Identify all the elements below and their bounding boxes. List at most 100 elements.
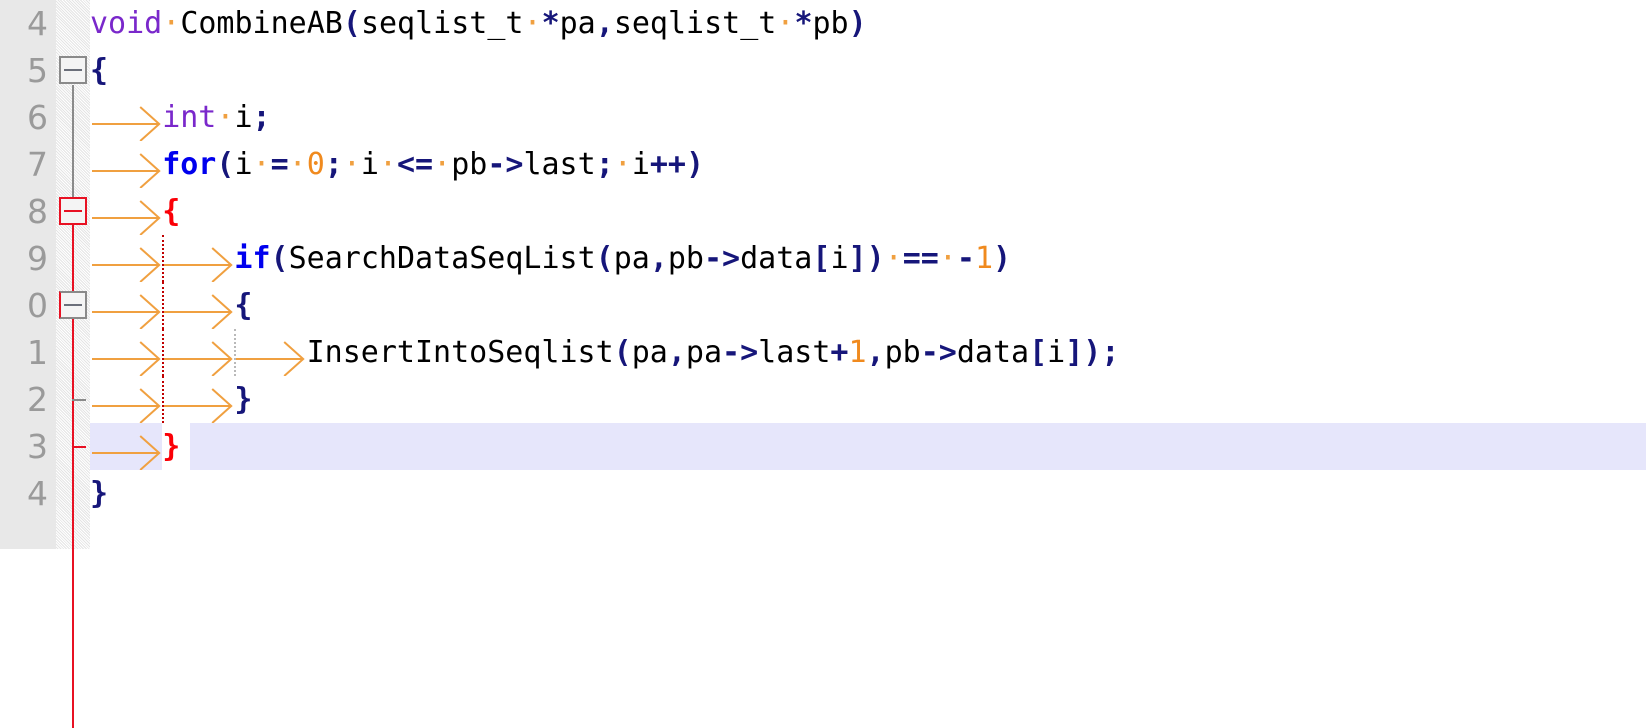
code-token: }: [162, 429, 181, 464]
minus-icon: [64, 69, 82, 71]
code-token: 1: [974, 241, 993, 276]
indent-guide: [162, 235, 165, 282]
code-content-area[interactable]: void·CombineAB(seqlist_t·*pa,seqlist_t·*…: [90, 0, 1646, 549]
tab-indent-arrow: [162, 235, 234, 283]
code-token: +: [830, 335, 849, 370]
code-token: *: [794, 6, 813, 41]
code-line[interactable]: int·i;: [90, 94, 1646, 142]
line-number: 9: [27, 239, 48, 278]
code-token: i: [234, 100, 253, 135]
code-line[interactable]: {: [90, 47, 1646, 94]
tab-indent-arrow: [90, 235, 162, 283]
fold-toggle-button[interactable]: [59, 291, 87, 319]
tab-indent-arrow: [162, 329, 234, 377]
code-token: for: [162, 147, 217, 182]
code-line-text: if(SearchDataSeqList(pa,pb->data[i])·==·…: [234, 241, 1011, 276]
code-token: (: [595, 241, 614, 276]
code-token: (: [342, 6, 361, 41]
indent-guide: [162, 282, 165, 329]
code-token: ·: [613, 147, 632, 182]
indent-guide: [162, 376, 165, 423]
code-token: (: [216, 147, 235, 182]
code-token: pb: [451, 147, 488, 182]
indent-guide: [162, 329, 165, 376]
code-token: i: [360, 147, 379, 182]
line-number: 8: [27, 192, 48, 231]
code-token: seqlist_t: [360, 6, 524, 41]
code-token: }: [234, 382, 253, 417]
line-number: 0: [27, 286, 48, 325]
code-token: ·: [162, 6, 181, 41]
code-line-text: {: [234, 288, 252, 323]
code-token: 0: [306, 147, 325, 182]
fold-tree-end-tick: [72, 446, 86, 448]
code-line-text: int·i;: [162, 100, 270, 135]
tab-indent-arrow: [90, 141, 162, 189]
line-number: 3: [27, 427, 48, 466]
current-line-highlight: [90, 423, 163, 470]
code-token: InsertIntoSeqlist: [306, 335, 614, 370]
code-token: last: [523, 147, 596, 182]
code-token: i: [234, 147, 253, 182]
code-token: ·: [216, 100, 235, 135]
code-token: [: [812, 241, 831, 276]
code-line[interactable]: }: [90, 470, 1646, 517]
code-token: ->: [487, 147, 524, 182]
code-token: <=: [397, 147, 434, 182]
code-token: [: [1029, 335, 1048, 370]
code-token: i: [631, 147, 650, 182]
code-token: ->: [704, 241, 741, 276]
code-token: ·: [433, 147, 452, 182]
line-number: 4: [27, 474, 48, 513]
tab-indent-arrow: [162, 376, 234, 424]
code-line-text: InsertIntoSeqlist(pa,pa->last+1,pb->data…: [307, 335, 1120, 370]
code-token: data: [740, 241, 813, 276]
code-token: pb: [667, 241, 704, 276]
code-token: i: [1047, 335, 1066, 370]
code-line[interactable]: }: [90, 423, 1646, 471]
code-line[interactable]: InsertIntoSeqlist(pa,pa->last+1,pb->data…: [90, 329, 1646, 377]
code-line[interactable]: if(SearchDataSeqList(pa,pb->data[i])·==·…: [90, 235, 1646, 283]
code-token: {: [234, 288, 253, 323]
code-token: =: [270, 147, 289, 182]
code-token: ->: [722, 335, 759, 370]
minus-icon: [64, 210, 82, 212]
tab-indent-arrow: [162, 282, 234, 330]
code-token: ,: [649, 241, 668, 276]
code-token: (: [270, 241, 289, 276]
code-token: ): [1083, 335, 1102, 370]
fold-tree-end-tick: [72, 399, 86, 401]
code-line[interactable]: }: [90, 376, 1646, 424]
code-token: pa: [631, 335, 668, 370]
code-token: 1: [848, 335, 867, 370]
code-token: ): [848, 6, 867, 41]
code-token: *: [541, 6, 560, 41]
code-token: ·: [938, 241, 957, 276]
line-number: 2: [27, 380, 48, 419]
code-line-text: {: [162, 194, 180, 229]
code-token: ,: [667, 335, 686, 370]
code-token: ]: [848, 241, 867, 276]
code-token: data: [956, 335, 1030, 370]
code-token: ·: [884, 241, 903, 276]
code-token: {: [162, 194, 181, 229]
code-token: ]: [1065, 335, 1084, 370]
code-line[interactable]: void·CombineAB(seqlist_t·*pa,seqlist_t·*…: [90, 0, 1646, 47]
code-line-text: void·CombineAB(seqlist_t·*pa,seqlist_t·*…: [90, 6, 867, 41]
code-line[interactable]: {: [90, 188, 1646, 236]
code-token: ;: [324, 147, 343, 182]
code-editor[interactable]: 45678901234 void·CombineAB(seqlist_t·*pa…: [0, 0, 1646, 728]
tab-indent-arrow: [234, 329, 306, 377]
code-line[interactable]: {: [90, 282, 1646, 330]
code-token: ·: [288, 147, 307, 182]
code-line-text: {: [90, 53, 108, 88]
code-token: ,: [595, 6, 614, 41]
code-token: if: [234, 241, 271, 276]
tab-indent-arrow: [90, 329, 162, 377]
fold-toggle-button[interactable]: [59, 56, 87, 84]
fold-toggle-button[interactable]: [59, 197, 87, 225]
code-token: {: [90, 53, 109, 88]
code-token: ): [993, 241, 1012, 276]
code-line[interactable]: for(i·=·0;·i·<=·pb->last;·i++): [90, 141, 1646, 189]
code-token: ->: [920, 335, 957, 370]
